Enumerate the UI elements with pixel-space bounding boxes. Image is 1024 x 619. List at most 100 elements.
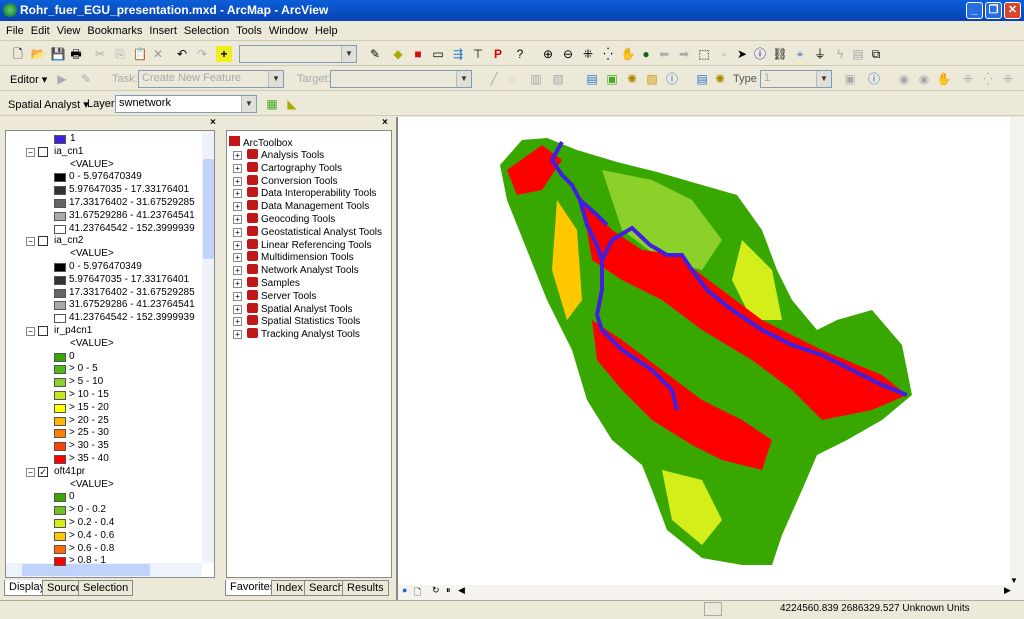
toolbox-item[interactable]: + Spatial Statistics Tools [233,315,360,328]
toc-close-icon[interactable]: × [210,117,216,128]
scale-combo[interactable]: ▼ [239,45,357,63]
command-line-icon[interactable]: ▭ [430,46,446,62]
layer-checkbox[interactable] [38,236,48,247]
menu-help[interactable]: Help [315,25,338,37]
measure-icon[interactable]: ⏚ [812,46,828,62]
go-to-xy-icon[interactable]: ⌖ [792,46,808,62]
menu-window[interactable]: Window [269,25,308,37]
menu-bookmarks[interactable]: Bookmarks [87,25,142,37]
toolbox-item[interactable]: + Server Tools [233,289,316,303]
open-icon[interactable]: 📂 [30,46,46,62]
type-combo[interactable]: 1 ▼ [760,70,832,88]
tracking-info-icon[interactable]: ⓘ [866,71,882,87]
layout-zoom-out-icon[interactable]: ◉ [916,71,932,87]
print-icon[interactable]: 🖶 [68,46,84,62]
clear-selection-icon[interactable]: ▫ [716,46,732,62]
arctoolbox-icon[interactable]: ■ [410,46,426,62]
playback-icon[interactable]: ▣ [842,71,858,87]
whats-this-icon[interactable]: ? [512,46,528,62]
expand-icon[interactable]: + [233,202,242,212]
redo-icon[interactable]: ↷ [194,46,210,62]
editor-toolbar-icon[interactable]: ✎ [367,46,383,62]
magnifier-window-icon[interactable]: ⧉ [868,46,884,62]
georef-info-icon[interactable]: ⓘ [664,71,680,87]
add-data-icon[interactable]: + [216,46,232,62]
map-canvas[interactable] [398,117,1010,585]
cut-icon[interactable]: ✂ [92,46,108,62]
maximize-button[interactable]: ❐ [985,2,1002,19]
tab-results[interactable]: Results [342,580,389,596]
expand-icon[interactable]: + [233,317,242,327]
tab-selection[interactable]: Selection [78,580,134,596]
collapse-icon[interactable]: − [26,237,35,247]
toolbox-item[interactable]: + Data Interoperability Tools [233,187,376,200]
expand-icon[interactable]: + [233,215,242,224]
expand-icon[interactable]: + [233,189,242,199]
scroll-left-icon[interactable]: ◀ [458,585,465,596]
close-button[interactable]: ✕ [1004,2,1021,19]
collapse-icon[interactable]: − [26,147,35,157]
toolbox-item[interactable]: + Spatial Analyst Tools [233,302,353,316]
expand-icon[interactable]: + [233,176,242,186]
toolbox-root[interactable]: ArcToolbox [229,136,292,149]
tool-icon[interactable]: ⊤ [470,46,486,62]
attributes-icon[interactable]: ▥ [528,71,544,87]
layout-whole-page-icon[interactable]: ⁜ [1000,71,1016,87]
toolbox-item[interactable]: + Tracking Analyst Tools [233,328,360,341]
pause-drawing-icon[interactable]: ⏸ [446,585,451,596]
select-features-icon[interactable]: ⬚ [696,46,712,62]
full-extent-icon[interactable]: ● [638,46,654,62]
toolbox-item[interactable]: + Geocoding Tools [233,213,335,226]
layer-checkbox[interactable] [38,146,48,157]
tracking-layer-icon[interactable]: ▤ [694,71,710,87]
toolbox-item[interactable]: + Multidimension Tools [233,251,354,264]
expand-icon[interactable]: + [233,304,242,314]
map-view[interactable]: ▼ ● 🗋 ↻ ⏸ ◀ ▶ [396,117,1024,600]
tab-index[interactable]: Index [271,580,308,596]
layout-fixed-zoom-out-icon[interactable]: ⁛ [980,71,996,87]
tracking-settings-icon[interactable]: ✺ [712,71,728,87]
georef-image-icon[interactable]: ▣ [604,71,620,87]
minimize-button[interactable]: _ [966,2,983,19]
python-icon[interactable]: P [490,46,506,62]
georef-layer-icon[interactable]: ▤ [584,71,600,87]
menu-selection[interactable]: Selection [184,25,229,37]
toolbox-item[interactable]: + Data Management Tools [233,200,369,213]
menu-file[interactable]: File [6,25,24,37]
layout-pan-icon[interactable]: ✋ [936,71,952,87]
new-document-icon[interactable]: 🗋 [10,46,26,62]
zoom-in-icon[interactable]: ⊕ [540,46,556,62]
georef-view-icon[interactable]: ▨ [644,71,660,87]
html-popup-icon[interactable]: ▤ [850,46,866,62]
pan-icon[interactable]: ✋ [620,46,636,62]
forward-extent-icon[interactable]: ➡ [676,46,692,62]
save-icon[interactable]: 💾 [50,46,66,62]
toolbox-item[interactable]: + Geostatistical Analyst Tools [233,225,382,239]
layer-checkbox[interactable]: ✓ [38,466,48,477]
menu-insert[interactable]: Insert [149,25,177,37]
expand-icon[interactable]: + [233,330,242,340]
toc-scroll-thumb[interactable] [203,159,214,259]
expand-icon[interactable]: + [233,240,242,250]
menu-edit[interactable]: Edit [31,25,50,37]
target-combo[interactable]: ▼ [330,70,472,88]
edit-tool-icon[interactable]: ▶ [54,71,70,87]
layer-combo[interactable]: swnetwork ▼ [115,95,257,113]
zoom-out-icon[interactable]: ⊖ [560,46,576,62]
collapse-icon[interactable]: − [26,467,35,477]
expand-icon[interactable]: + [233,291,242,301]
map-vertical-scrollbar[interactable]: ▼ [1010,117,1024,585]
spatial-analyst-menu[interactable]: Spatial Analyst ▾ [8,98,89,111]
layout-zoom-in-icon[interactable]: ◉ [896,71,912,87]
select-elements-icon[interactable]: ➤ [734,46,750,62]
expand-icon[interactable]: + [233,151,242,160]
sketch-tool-icon[interactable]: ✎ [78,71,94,87]
menu-view[interactable]: View [57,25,81,37]
georef-settings-icon[interactable]: ✺ [624,71,640,87]
sketch-properties-icon[interactable]: ▧ [550,71,566,87]
editor-menu[interactable]: Editor ▾ [10,73,47,86]
toolbox-item[interactable]: + Samples [233,277,300,290]
expand-icon[interactable]: + [233,253,242,263]
toolbox-close-icon[interactable]: × [382,117,388,128]
menu-tools[interactable]: Tools [236,25,262,37]
